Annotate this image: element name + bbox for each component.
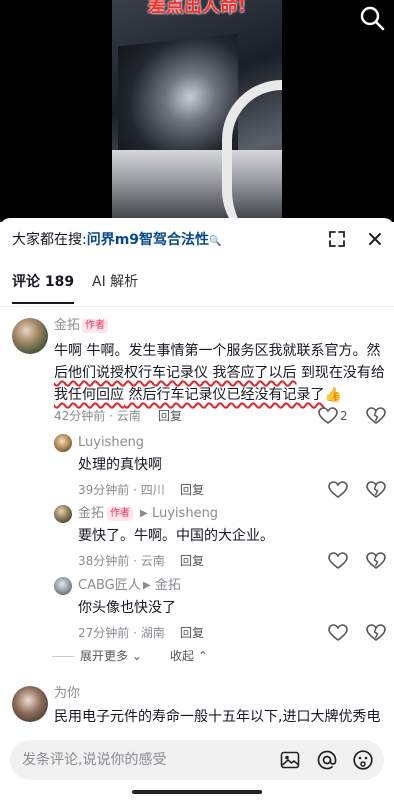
avatar[interactable] bbox=[54, 577, 72, 595]
comment-author[interactable]: CABG匠人 bbox=[78, 578, 141, 594]
comment-text-part: 然后行车记录仪已经没有记录了 bbox=[124, 387, 325, 403]
reply-button[interactable]: 回复 bbox=[158, 408, 182, 424]
thumbs-up-emoji: 👍 bbox=[324, 387, 342, 403]
reply-button[interactable]: 回复 bbox=[180, 625, 204, 641]
comment-author[interactable]: 金拓 bbox=[78, 506, 104, 522]
comment-panel: 大家都在搜:问界m9智驾合法性🔍 评论 189 AI 解析 金拓 作者 牛啊 牛… bbox=[0, 218, 394, 800]
broken-heart-icon[interactable] bbox=[366, 552, 386, 570]
expand-more-label: 展开更多 bbox=[80, 649, 129, 663]
video-caption: 差点出人命! bbox=[147, 0, 247, 17]
comment-meta: 42分钟前 · 云南 bbox=[54, 409, 141, 423]
thread-divider bbox=[52, 656, 74, 657]
comment-input-placeholder: 发条评论,说说你的感受 bbox=[22, 752, 167, 768]
search-small-icon: 🔍 bbox=[209, 236, 222, 247]
heart-icon[interactable] bbox=[328, 624, 348, 642]
avatar[interactable] bbox=[54, 434, 72, 452]
comment-text: 要快了。牛啊。中国的大企业。 bbox=[78, 528, 274, 544]
reply-arrow-icon: ▶ bbox=[140, 508, 148, 519]
mention-icon[interactable] bbox=[316, 749, 338, 771]
expand-icon[interactable] bbox=[326, 228, 348, 250]
broken-heart-icon[interactable] bbox=[366, 407, 386, 425]
comment-meta: 27分钟前 · 湖南 bbox=[78, 626, 165, 640]
trending-search-prefix: 大家都在搜: bbox=[12, 232, 87, 248]
avatar[interactable] bbox=[54, 505, 72, 523]
comment-text: 处理的真快啊 bbox=[78, 457, 162, 473]
video-frame bbox=[112, 0, 282, 222]
trending-search[interactable]: 大家都在搜:问界m9智驾合法性🔍 bbox=[12, 231, 222, 251]
home-indicator[interactable] bbox=[132, 790, 262, 794]
heart-icon[interactable] bbox=[318, 407, 338, 425]
avatar[interactable] bbox=[12, 318, 48, 354]
collapse-button[interactable]: 收起 ⌃ bbox=[170, 648, 208, 664]
video-player[interactable]: 差点出人命! bbox=[0, 0, 394, 222]
author-badge: 作者 bbox=[107, 507, 133, 521]
comment-input[interactable]: 发条评论,说说你的感受 bbox=[10, 740, 384, 780]
comment-author[interactable]: Luyisheng bbox=[78, 435, 144, 451]
chevron-up-icon: ⌃ bbox=[197, 649, 208, 663]
comment-meta: 38分钟前 · 云南 bbox=[78, 554, 165, 568]
reply-target[interactable]: Luyisheng bbox=[152, 506, 218, 522]
broken-heart-icon[interactable] bbox=[366, 481, 386, 499]
image-icon[interactable] bbox=[279, 749, 301, 771]
comment-text-part: 后他们说授权行车记录仪 我答应了以后 bbox=[54, 365, 297, 381]
heart-icon[interactable] bbox=[328, 481, 348, 499]
panel-header: 大家都在搜:问界m9智驾合法性🔍 bbox=[0, 218, 394, 260]
reply-target[interactable]: 金拓 bbox=[155, 578, 181, 594]
tab-comments[interactable]: 评论 189 bbox=[12, 272, 75, 304]
comment-author[interactable]: 为你 bbox=[54, 686, 80, 702]
comment-text: 你头像也快没了 bbox=[78, 600, 176, 616]
reply-arrow-icon: ▶ bbox=[143, 580, 151, 591]
comment-text-part: 我任何回应 bbox=[54, 387, 124, 403]
reply-button[interactable]: 回复 bbox=[180, 553, 204, 569]
comment-text: 民用电子元件的寿命一般十五年以下,进口大牌优秀电 bbox=[54, 709, 381, 725]
trending-search-query[interactable]: 问界m9智驾合法性 bbox=[87, 232, 209, 248]
author-badge: 作者 bbox=[82, 319, 108, 333]
tab-ai-analysis[interactable]: AI 解析 bbox=[92, 272, 138, 292]
heart-icon[interactable] bbox=[328, 552, 348, 570]
comment-meta: 39分钟前 · 四川 bbox=[78, 483, 165, 497]
like-count: 2 bbox=[340, 409, 348, 423]
comment-tabs: 评论 189 AI 解析 bbox=[0, 266, 394, 307]
search-icon[interactable] bbox=[358, 4, 386, 32]
close-icon[interactable] bbox=[364, 228, 386, 250]
collapse-label: 收起 bbox=[170, 649, 195, 663]
emoji-icon[interactable] bbox=[352, 749, 374, 771]
broken-heart-icon[interactable] bbox=[366, 624, 386, 642]
comment-author[interactable]: 金拓 bbox=[54, 318, 80, 334]
chevron-down-icon: ⌄ bbox=[131, 649, 142, 663]
comment-text: 牛啊 牛啊。发生事情第一个服务区我就联系官方。然 后他们说授权行车记录仪 我答应… bbox=[54, 340, 388, 406]
comment-input-bar: 发条评论,说说你的感受 bbox=[0, 732, 394, 800]
expand-more-button[interactable]: 展开更多 ⌄ bbox=[80, 648, 142, 664]
reply-button[interactable]: 回复 bbox=[180, 482, 204, 498]
avatar[interactable] bbox=[12, 686, 48, 722]
comment-text-part: 牛啊 牛啊。发生事情第一个服务区我就联系官方。然 bbox=[54, 343, 381, 359]
comment-text-part: 到现在没有给 bbox=[296, 365, 385, 381]
